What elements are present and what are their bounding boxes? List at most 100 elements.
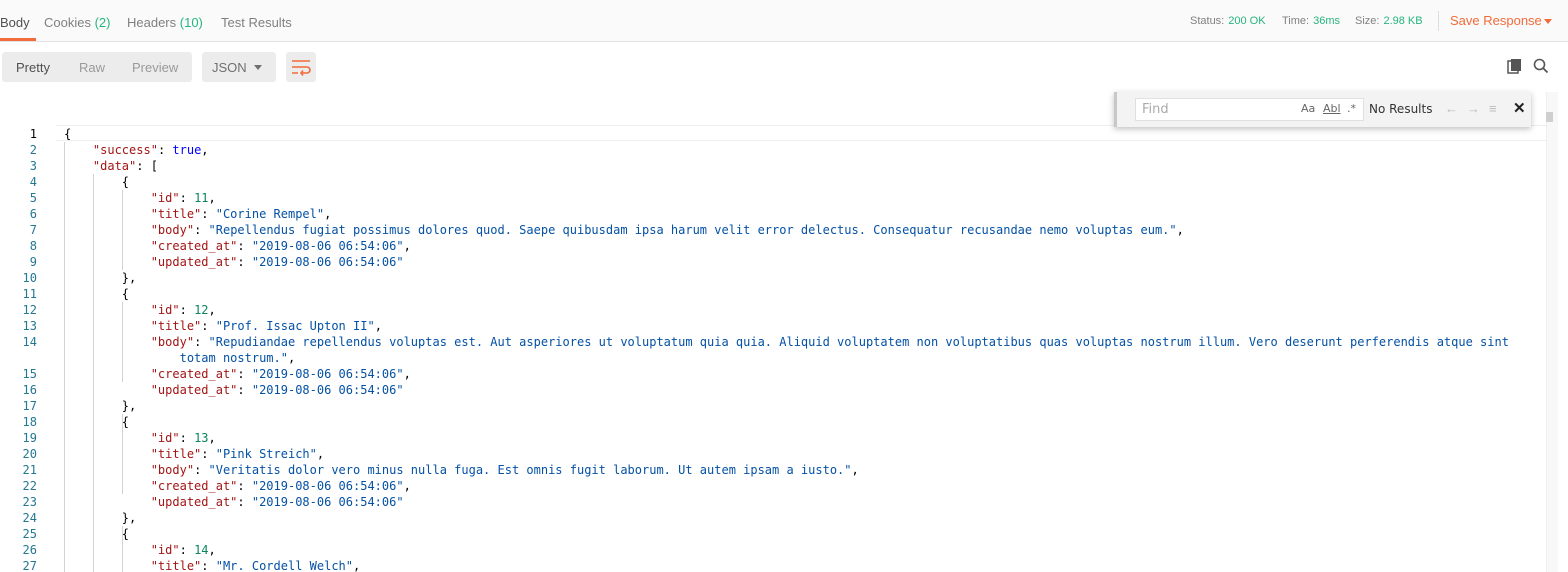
tab-body-label: Body [0,15,30,30]
close-icon[interactable]: ✕ [1513,99,1526,117]
code-line: 1{ [0,126,1546,142]
code-token: : [237,383,252,397]
code-token: }, [64,511,137,525]
find-in-selection-icon[interactable]: ≡ [1489,101,1497,116]
code-token: "2019-08-06 06:54:06" [251,367,404,381]
code-token: "title" [150,207,202,221]
code-token: "data" [92,159,137,173]
previous-match-icon[interactable]: ← [1445,101,1458,116]
tab-body[interactable]: Body [0,15,30,30]
code-text: { [64,126,71,142]
wrap-lines-button[interactable] [286,52,316,82]
chevron-down-icon [254,65,262,70]
code-token: , [201,143,209,157]
code-token: "2019-08-06 06:54:06" [251,239,404,253]
match-case-toggle[interactable]: Aa [1301,102,1315,115]
code-token: : [237,495,252,509]
code-text: { [64,526,129,542]
code-token: "title" [150,319,202,333]
code-token: { [64,175,130,189]
code-token: , [403,239,411,253]
code-text: "title": "Corine Rempel", [64,206,332,222]
code-token: "2019-08-06 06:54:06" [251,495,404,509]
line-number: 26 [22,543,37,557]
code-line: 5 "id": 11, [0,190,1546,206]
save-response-dropdown-icon[interactable] [1544,19,1552,24]
code-token: : [201,207,216,221]
whole-word-toggle[interactable]: Abl [1323,102,1341,115]
code-text: "body": "Veritatis dolor vero minus null… [64,462,859,478]
line-number: 1 [29,127,37,141]
response-body-editor[interactable]: 1{2 "success": true, 3 "data": [4 {5 "id"… [0,92,1546,572]
view-mode-preview[interactable]: Preview [132,60,178,75]
line-number: 15 [22,367,37,381]
code-token: { [64,127,72,141]
code-text: "created_at": "2019-08-06 06:54:06", [64,366,411,382]
code-token: 11 [194,191,209,205]
code-line: 10 }, [0,270,1546,286]
code-text: }, [64,510,136,526]
code-line: 8 "created_at": "2019-08-06 06:54:06", [0,238,1546,254]
code-token: "title" [150,559,202,572]
line-number: 5 [29,191,37,205]
tab-cookies[interactable]: Cookies (2) [44,15,110,30]
next-match-icon[interactable]: → [1467,101,1480,116]
time-label: Time: [1282,15,1310,27]
code-text: "updated_at": "2019-08-06 06:54:06" [64,254,404,270]
line-number: 20 [22,447,37,461]
code-token: : [194,223,209,237]
code-token: , [208,543,216,557]
scrollbar-thumb[interactable] [1546,112,1553,122]
code-line: 14 "body": "Repudiandae repellendus volu… [0,334,1546,350]
line-number: 16 [22,383,37,397]
line-number: 23 [22,495,37,509]
code-token: "updated_at" [150,383,238,397]
code-line: 18 { [0,414,1546,430]
format-select[interactable]: JSON [202,52,276,82]
code-token: 12 [194,303,209,317]
response-tab-bar: Body Cookies (2) Headers (10) Test Resul… [0,0,1568,42]
code-line: 22 "created_at": "2019-08-06 06:54:06", [0,478,1546,494]
code-text: totam nostrum.", [64,350,296,366]
code-token: , [208,431,216,445]
code-line: 3 "data": [ [0,158,1546,174]
line-number: 10 [22,271,37,285]
vertical-scrollbar[interactable] [1546,92,1558,572]
tab-test-results[interactable]: Test Results [221,15,292,30]
line-number: 22 [22,479,37,493]
active-tab-indicator [0,38,36,41]
code-text: "created_at": "2019-08-06 06:54:06", [64,238,411,254]
format-select-value: JSON [212,60,247,75]
code-token: , [1176,223,1184,237]
code-line: 9 "updated_at": "2019-08-06 06:54:06" [0,254,1546,270]
code-token: "2019-08-06 06:54:06" [251,383,404,397]
tab-cookies-count: (2) [94,15,111,30]
code-token: "Mr. Cordell Welch" [215,559,354,572]
code-token: : [179,431,195,445]
code-text: { [64,174,129,190]
code-text: "title": "Mr. Cordell Welch", [64,558,361,572]
regex-toggle[interactable]: .* [1347,102,1356,115]
copy-icon[interactable] [1507,58,1523,80]
code-text: "title": "Prof. Issac Upton II", [64,318,382,334]
code-token: { [64,527,130,541]
code-token: "body" [150,223,195,237]
code-text: }, [64,398,136,414]
code-text: }, [64,270,136,286]
code-token: : [237,239,252,253]
view-mode-pretty[interactable]: Pretty [16,60,50,75]
code-text: "updated_at": "2019-08-06 06:54:06" [64,494,404,510]
code-token: "created_at" [150,479,238,493]
search-icon[interactable] [1533,58,1549,80]
tab-headers[interactable]: Headers (10) [127,15,203,30]
view-mode-raw[interactable]: Raw [79,60,105,75]
save-response-button[interactable]: Save Response [1450,13,1542,28]
code-text: "body": "Repellendus fugiat possimus dol… [64,222,1184,238]
code-line: 20 "title": "Pink Streich", [0,446,1546,462]
